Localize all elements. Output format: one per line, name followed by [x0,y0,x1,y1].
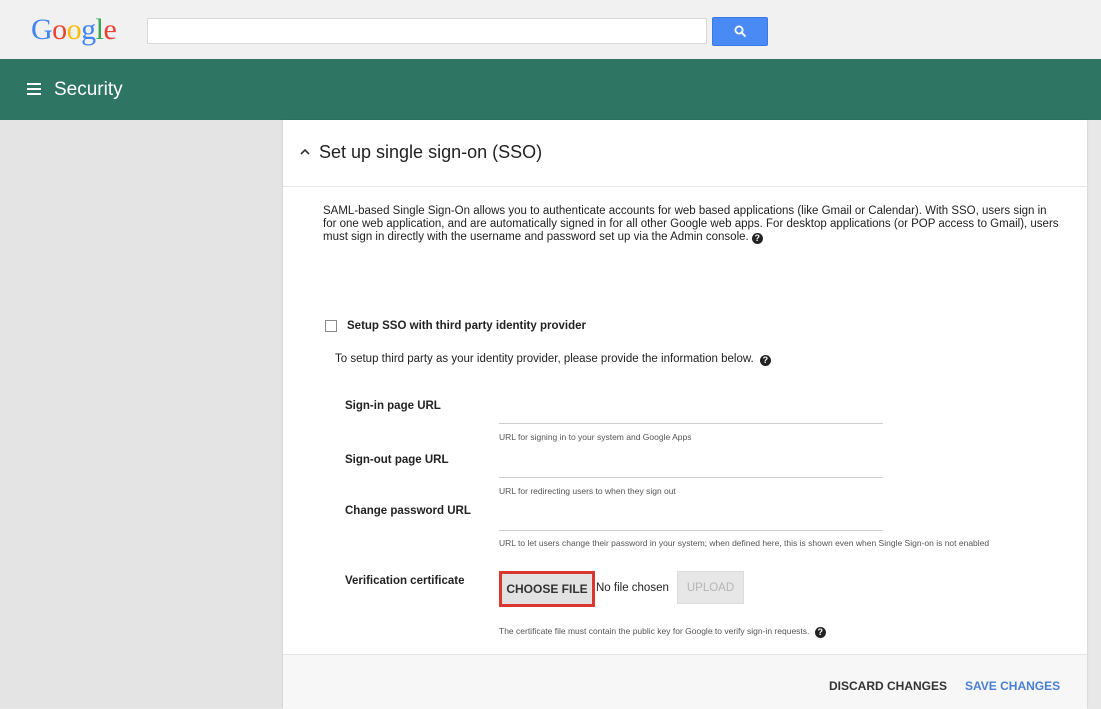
logo-letter: e [103,13,117,46]
intro-text: To setup third party as your identity pr… [335,353,754,365]
upload-button[interactable]: UPLOAD [677,571,744,604]
sign-out-url-hint: URL for redirecting users to when they s… [499,486,676,496]
logo-letter: l [95,13,104,46]
change-password-url-label: Change password URL [345,505,471,517]
discard-changes-button[interactable]: DISCARD CHANGES [829,679,947,693]
google-top-bar: Google [0,0,1101,59]
section-title: Set up single sign-on (SSO) [319,142,543,162]
logo-letter: o [66,13,82,46]
help-icon[interactable]: ? [751,233,763,244]
verification-certificate-label: Verification certificate [345,575,465,587]
search-input[interactable] [147,18,707,44]
logo-letter: g [81,13,96,46]
save-changes-button[interactable]: SAVE CHANGES [965,679,1060,693]
choose-file-button[interactable]: CHOOSE FILE [499,571,595,607]
google-logo[interactable]: Google [31,13,117,47]
sign-out-url-label: Sign-out page URL [345,454,449,466]
right-gutter [1087,120,1101,708]
sso-settings-card: Set up single sign-on (SSO) SAML-based S… [283,120,1087,709]
change-password-url-hint: URL to let users change their password i… [499,538,990,548]
search-button[interactable] [712,17,768,46]
sso-intro: To setup third party as your identity pr… [335,353,771,366]
action-footer: DISCARD CHANGES SAVE CHANGES [283,654,1087,709]
sso-checkbox[interactable] [325,320,337,332]
change-password-url-field[interactable] [499,510,883,531]
left-sidebar [0,120,283,708]
sign-in-url-hint: URL for signing in to your system and Go… [499,432,692,442]
sso-checkbox-label[interactable]: Setup SSO with third party identity prov… [347,320,586,332]
sign-in-url-field[interactable] [499,403,883,424]
description-text: SAML-based Single Sign-On allows you to … [323,205,1059,243]
chevron-up-icon[interactable] [298,145,312,159]
page-title: Security [54,79,123,100]
sign-out-url-field[interactable] [499,457,883,478]
hamburger-menu-icon[interactable] [27,82,41,96]
search-icon [734,25,746,38]
help-icon[interactable]: ? [759,355,771,366]
certificate-hint: The certificate file must contain the pu… [499,626,826,638]
sso-description: SAML-based Single Sign-On allows you to … [323,205,1063,244]
section-header[interactable]: Set up single sign-on (SSO) [283,120,1087,187]
logo-letter: o [52,13,67,46]
sign-in-url-label: Sign-in page URL [345,400,441,412]
no-file-chosen-text: No file chosen [596,582,669,594]
logo-letter: G [31,13,53,46]
security-header: Security [0,59,1101,120]
certificate-hint-text: The certificate file must contain the pu… [499,626,810,636]
sso-checkbox-row: Setup SSO with third party identity prov… [325,320,586,332]
help-icon[interactable]: ? [814,627,826,638]
